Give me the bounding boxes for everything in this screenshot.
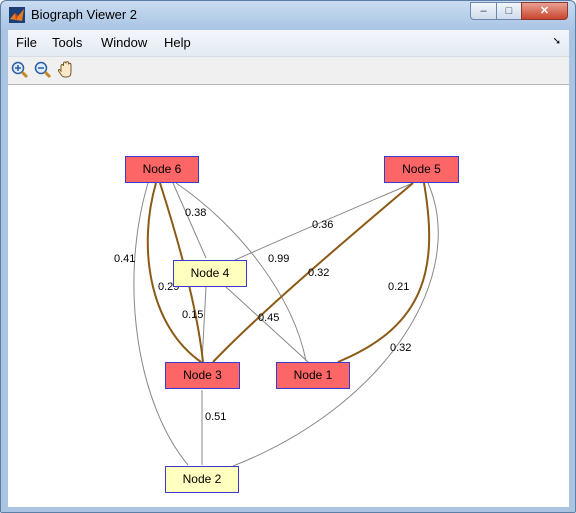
- title-bar[interactable]: Biograph Viewer 2 – □ ✕: [1, 1, 575, 30]
- biograph-viewer-window: Biograph Viewer 2 – □ ✕ File Tools Windo…: [0, 0, 576, 513]
- edge-node4-node1: [225, 286, 309, 363]
- edge-label-node5-node4: 0.36: [312, 219, 334, 231]
- node-4[interactable]: Node 4: [173, 260, 247, 287]
- graph-canvas[interactable]: 0.38 0.99 0.41 0.29 0.36 0.32 0.21 0.32 …: [8, 85, 569, 507]
- edge-label-node5-node3: 0.32: [308, 267, 330, 279]
- zoom-in-icon[interactable]: [10, 60, 30, 80]
- node-3[interactable]: Node 3: [165, 362, 240, 389]
- edges-layer: [133, 182, 439, 467]
- client-area: File Tools Window Help ➘ 0.38 0.99 0.41 …: [8, 30, 569, 507]
- node-1[interactable]: Node 1: [276, 362, 350, 389]
- edge-label-node3-node2: 0.51: [205, 411, 227, 423]
- edge-node6-node4: [172, 182, 207, 259]
- menu-tools[interactable]: Tools: [52, 35, 82, 50]
- menu-help[interactable]: Help: [164, 35, 191, 50]
- matlab-logo-icon: [9, 7, 25, 23]
- dock-arrow-icon[interactable]: ➘: [553, 36, 561, 47]
- menu-file[interactable]: File: [16, 35, 37, 50]
- edge-label-node4-node3: 0.15: [182, 309, 204, 321]
- edge-label-node6-node1: 0.99: [268, 253, 290, 265]
- maximize-button[interactable]: □: [496, 2, 522, 20]
- zoom-out-icon[interactable]: [33, 60, 53, 80]
- node-6[interactable]: Node 6: [125, 156, 199, 183]
- node-2[interactable]: Node 2: [165, 466, 239, 493]
- menu-bar: File Tools Window Help ➘: [8, 30, 569, 57]
- toolbar: [8, 57, 569, 85]
- node-5[interactable]: Node 5: [384, 156, 459, 183]
- edge-node5-node1: [337, 182, 431, 363]
- edge-label-node5-node1: 0.21: [388, 281, 410, 293]
- edge-label-node5-node2: 0.32: [390, 342, 412, 354]
- pan-hand-icon[interactable]: [56, 60, 76, 80]
- menu-window[interactable]: Window: [101, 35, 147, 50]
- edge-node5-node2: [232, 182, 439, 467]
- edge-node6-node2: [133, 182, 189, 466]
- minimize-button[interactable]: –: [470, 2, 497, 20]
- edge-label-node6-node4: 0.38: [185, 207, 207, 219]
- edge-label-node6-node2: 0.41: [114, 253, 136, 265]
- close-button[interactable]: ✕: [521, 2, 568, 20]
- edge-label-node4-node1: 0.45: [258, 312, 280, 324]
- window-title: Biograph Viewer 2: [31, 7, 137, 22]
